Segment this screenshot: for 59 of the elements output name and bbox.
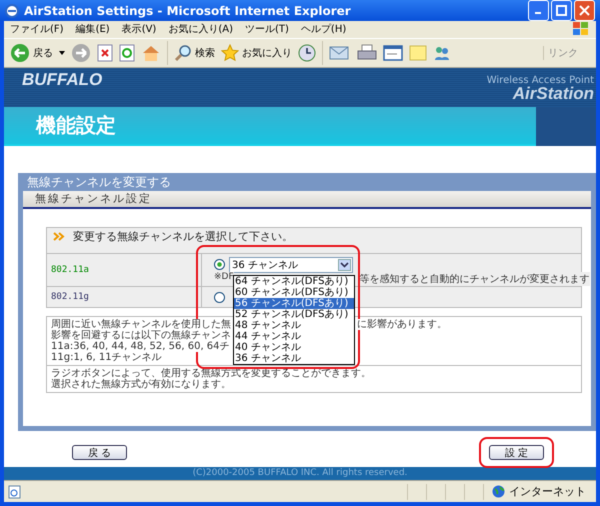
product-logo: AirStation — [512, 86, 594, 102]
dropdown-option[interactable]: 60 チャンネル(DFSあり) — [234, 287, 354, 298]
dropdown-option[interactable]: 52 チャンネル(DFSあり) — [234, 309, 354, 320]
stop-icon[interactable] — [97, 44, 113, 62]
window-title: AirStation Settings - Microsoft Internet Explorer — [24, 4, 351, 18]
panel-subheader: 無線チャンネル設定 — [23, 191, 591, 210]
radio-button[interactable] — [214, 292, 225, 303]
printer-icon[interactable] — [357, 44, 377, 62]
dropdown-arrow-icon[interactable] — [59, 51, 65, 56]
dropdown-option[interactable]: 48 チャンネル — [234, 320, 354, 332]
refresh-icon[interactable] — [119, 44, 135, 62]
dropdown-option[interactable]: 64 チャンネル(DFSあり) — [234, 276, 354, 288]
menu-item[interactable]: 表示(V) — [122, 22, 156, 36]
menu-item[interactable]: ツール(T) — [245, 22, 289, 36]
close-icon — [579, 5, 590, 16]
panel-header: 無線チャンネルを変更する — [23, 173, 591, 192]
globe-icon — [492, 485, 505, 498]
back-button[interactable]: 戻 る — [72, 445, 127, 460]
browser-icon — [5, 4, 19, 18]
dropdown-option[interactable]: 40 チャンネル — [234, 342, 354, 354]
brand-logo: BUFFALO — [22, 70, 102, 92]
zone-label: インターネット — [509, 484, 586, 500]
info-text: 影響を回避するには以下の無線チャンネ — [51, 330, 231, 342]
radio-button[interactable] — [214, 258, 225, 270]
chevron-icon — [53, 232, 65, 242]
menu-item[interactable]: ヘルプ(H) — [300, 22, 346, 36]
search-icon — [174, 44, 192, 62]
favorites-button[interactable]: お気に入り — [221, 44, 292, 62]
dropdown-option[interactable]: 36 チャンネル — [234, 353, 354, 364]
info-text: 11a:36, 40, 44, 48, 52, 56, 60, 64チ — [51, 341, 230, 352]
note-text: 等を感知すると自動的にチャンネルが変更されます — [360, 272, 590, 286]
menu-item[interactable]: お気に入り(A) — [168, 22, 233, 36]
page-title: 機能設定 — [36, 112, 116, 140]
mode-label: 802.11a — [51, 265, 89, 276]
close-button[interactable] — [574, 0, 595, 21]
menu-item[interactable]: ファイル(F) — [10, 22, 64, 36]
dropdown-option[interactable]: 56 チャンネル(DFSあり) — [234, 298, 354, 310]
info-text: 周囲に近い無線チャンネルを使用した無 — [51, 319, 231, 330]
maximize-icon — [556, 5, 567, 16]
history-icon[interactable] — [298, 44, 316, 62]
copyright-text: (C)2000-2005 BUFFALO INC. All rights reserved. — [192, 468, 408, 478]
back-button[interactable]: 戻る — [10, 43, 53, 64]
apply-button[interactable]: 設 定 — [489, 445, 544, 460]
instruction-text: 変更する無線チャンネルを選択して下さい。 — [73, 229, 293, 244]
channel-select[interactable]: 36 チャンネル — [229, 256, 353, 273]
note-text: 選択された無線方式が有効になります。 — [51, 379, 232, 390]
edit-icon[interactable] — [383, 45, 403, 62]
people-icon[interactable] — [433, 44, 451, 62]
menu-item[interactable]: 編集(E) — [76, 22, 110, 36]
mode-label: 802.11g — [51, 292, 89, 302]
mail-icon[interactable] — [329, 45, 351, 62]
minimize-button[interactable] — [528, 0, 549, 21]
info-text: 11g:1, 6, 11チャンネル — [51, 352, 162, 364]
search-button[interactable]: 検索 — [174, 44, 215, 62]
maximize-button[interactable] — [551, 0, 572, 21]
dropdown-option[interactable]: 44 チャンネル — [234, 331, 354, 342]
windows-logo-icon — [572, 21, 590, 38]
star-icon — [221, 44, 239, 62]
product-line: Wireless Access Point — [486, 75, 594, 86]
